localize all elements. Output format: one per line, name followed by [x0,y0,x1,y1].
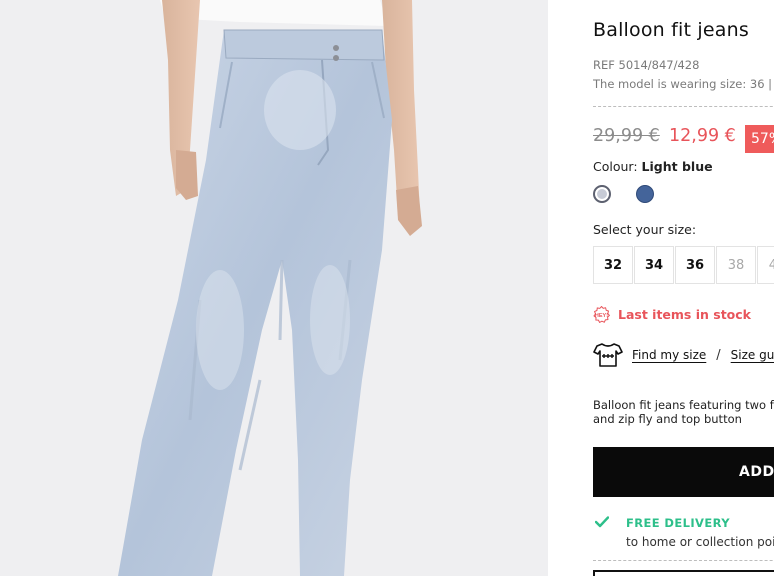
free-delivery-title: FREE DELIVERY [626,516,730,530]
product-info-panel: Balloon fit jeans REF 5014/847/428 The m… [593,0,774,576]
stock-text: Last items in stock [618,307,751,322]
hey-badge-icon: HEY! [593,306,610,323]
separator: / [716,347,721,363]
model-size-info: The model is wearing size: 36 | M [593,77,774,91]
product-reference: REF 5014/847/428 [593,58,700,72]
divider [593,560,774,561]
colour-value: Light blue [641,159,713,174]
size-option-32[interactable]: 32 [593,246,633,284]
product-title: Balloon fit jeans [593,19,749,41]
size-help-row: Find my size / Size guide [593,342,774,368]
discount-badge: 57% [745,125,774,153]
divider [593,106,774,107]
size-option-40[interactable]: 40 [757,246,774,284]
size-selector: 32 34 36 38 40 [593,246,774,284]
size-option-36[interactable]: 36 [675,246,715,284]
product-photo-illustration [0,0,548,576]
stock-alert: HEY! Last items in stock [593,306,751,323]
add-to-basket-label: ADD TO BASKET [739,464,774,480]
free-delivery-subtitle: to home or collection point [626,535,774,549]
size-option-34[interactable]: 34 [634,246,674,284]
add-to-basket-button[interactable]: ADD TO BASKET [593,447,774,497]
tshirt-ruler-icon [593,343,623,367]
sale-price: 12,99 € [669,126,736,146]
colour-swatch-dark-blue[interactable] [636,185,654,203]
size-label: Select your size: [593,222,697,237]
colour-swatch-light-blue[interactable] [593,185,611,203]
secondary-button[interactable] [593,570,774,576]
product-image[interactable] [0,0,548,576]
hey-badge-text: HEY! [595,313,608,319]
colour-label-text: Colour: [593,159,638,174]
product-description: Balloon fit jeans featuring two f finish… [593,398,774,426]
find-my-size-link[interactable]: Find my size [632,348,706,362]
original-price: 29,99 € [593,126,660,146]
size-guide-link[interactable]: Size guide [731,348,774,362]
colour-label: Colour: Light blue [593,159,713,174]
check-icon [595,516,609,528]
size-option-38[interactable]: 38 [716,246,756,284]
